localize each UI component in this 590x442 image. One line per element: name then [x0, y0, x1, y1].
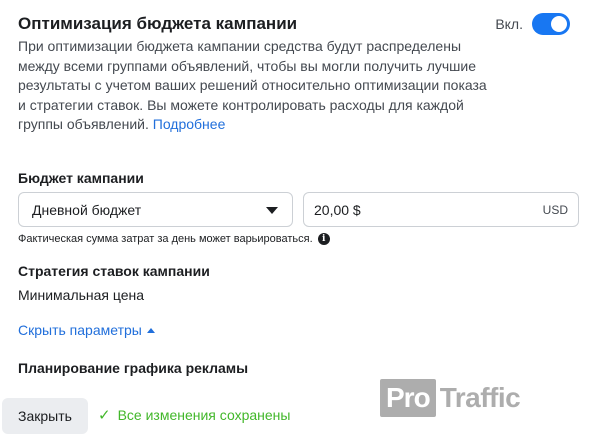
description: При оптимизации бюджета кампании средств… — [18, 37, 488, 135]
budget-amount-input[interactable]: 20,00 $ USD — [303, 192, 579, 227]
caret-up-icon — [146, 327, 155, 333]
budget-hint-text: Фактическая сумма затрат за день может в… — [18, 233, 313, 245]
budget-type-value: Дневной бюджет — [32, 201, 142, 218]
caret-down-icon — [266, 207, 278, 214]
watermark-text: Traffic — [439, 382, 521, 413]
currency-label: USD — [542, 202, 568, 217]
learn-more-link[interactable]: Подробнее — [153, 116, 226, 132]
hide-params-link[interactable]: Скрыть параметры — [18, 322, 155, 338]
check-icon: ✓ — [98, 407, 111, 424]
watermark-badge: Pro — [380, 379, 436, 417]
close-button[interactable]: Закрыть — [2, 398, 88, 434]
description-text: При оптимизации бюджета кампании средств… — [18, 38, 487, 132]
info-icon[interactable]: i — [317, 233, 330, 245]
toggle-label: Вкл. — [495, 16, 523, 32]
budget-type-select[interactable]: Дневной бюджет — [18, 192, 293, 227]
bid-strategy-label: Стратегия ставок кампании — [18, 263, 210, 279]
saved-status: ✓ Все изменения сохранены — [98, 406, 290, 424]
saved-status-text: Все изменения сохранены — [117, 407, 291, 423]
watermark-logo: Pro Traffic — [380, 377, 521, 419]
hide-params-text: Скрыть параметры — [18, 322, 142, 338]
optimization-toggle-group: Вкл. — [495, 13, 570, 35]
budget-label: Бюджет кампании — [18, 170, 144, 186]
page-title: Оптимизация бюджета кампании — [18, 14, 298, 33]
optimization-toggle[interactable] — [532, 13, 570, 35]
toggle-knob — [551, 16, 567, 32]
bid-strategy-value: Минимальная цена — [18, 287, 145, 303]
scheduling-label: Планирование графика рекламы — [18, 360, 249, 376]
budget-hint: Фактическая сумма затрат за день может в… — [18, 233, 330, 245]
budget-amount-value: 20,00 $ — [314, 201, 361, 218]
